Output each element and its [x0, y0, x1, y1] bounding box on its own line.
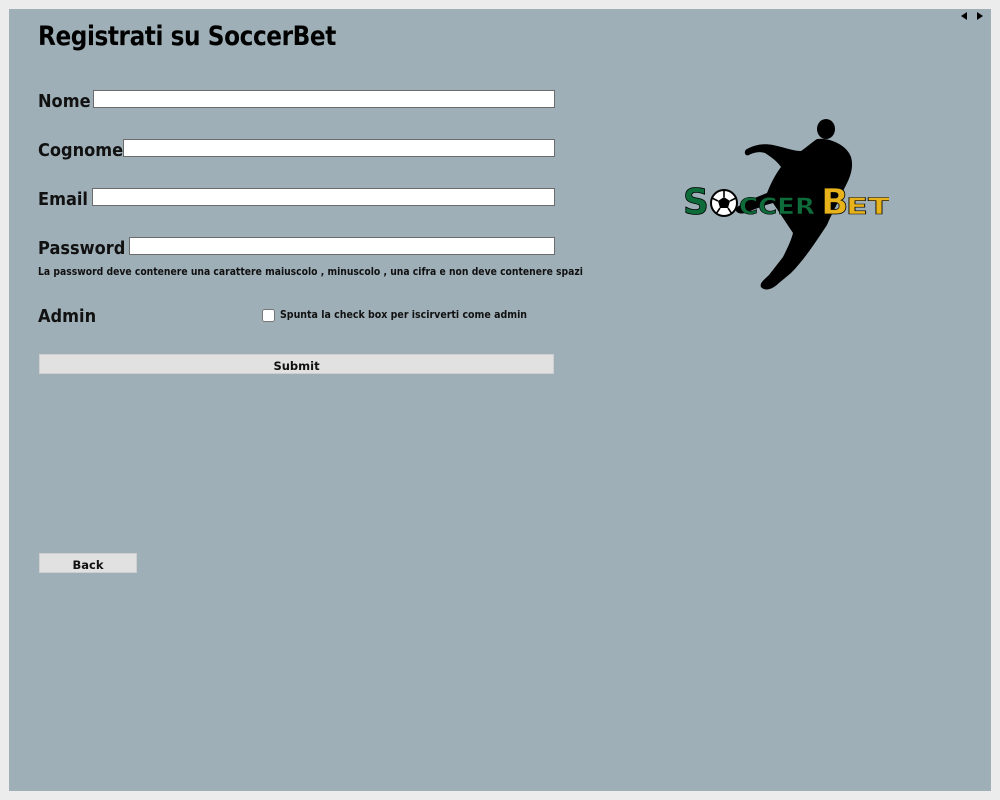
- admin-checkbox-label: Spunta la check box per iscirverti come …: [280, 309, 528, 321]
- logo-letters-ccer: CCER: [739, 195, 815, 220]
- email-label: Email: [38, 189, 88, 210]
- logo-letter-s: S: [683, 182, 709, 223]
- submit-button-label: Submit: [273, 358, 320, 373]
- page-title: Registrati su SoccerBet: [38, 21, 336, 52]
- logo-letter-b: B: [821, 182, 848, 223]
- soccerbet-logo: S CCER B ET: [683, 119, 889, 290]
- triangle-left-icon: [961, 12, 967, 20]
- logo-letters-et: ET: [846, 195, 889, 220]
- nome-label: Nome: [38, 91, 91, 112]
- password-label: Password: [38, 238, 126, 259]
- email-input[interactable]: [92, 188, 555, 206]
- next-button[interactable]: [975, 11, 985, 21]
- admin-label: Admin: [38, 306, 97, 327]
- password-hint: La password deve contenere una carattere…: [38, 266, 583, 278]
- soccer-ball-icon: [710, 189, 738, 217]
- back-button-label: Back: [72, 557, 104, 572]
- registration-window: Registrati su SoccerBet Nome Cognome Ema…: [9, 9, 991, 791]
- cognome-input[interactable]: [123, 139, 555, 157]
- prev-button[interactable]: [959, 11, 969, 21]
- password-input[interactable]: [129, 237, 555, 255]
- cognome-label: Cognome: [38, 140, 124, 161]
- admin-checkbox[interactable]: [262, 309, 275, 322]
- nome-input[interactable]: [93, 90, 555, 108]
- triangle-right-icon: [977, 12, 983, 20]
- nav-arrows: [959, 11, 985, 21]
- back-button[interactable]: Back: [39, 553, 137, 573]
- submit-button[interactable]: Submit: [39, 354, 554, 374]
